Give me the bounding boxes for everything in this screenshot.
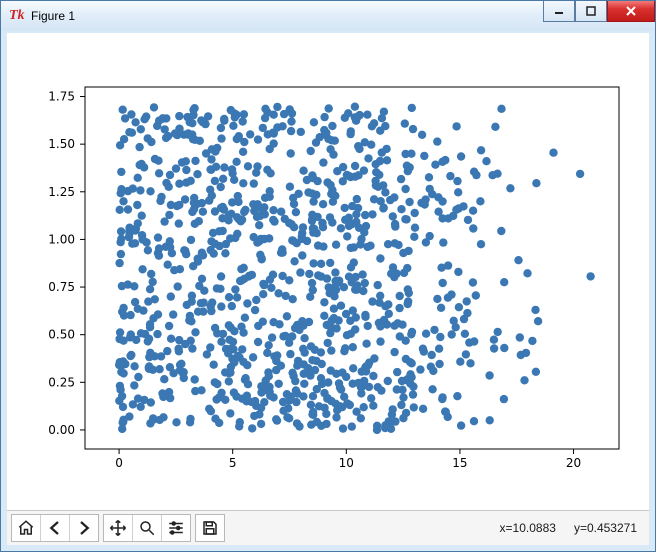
back-button[interactable] <box>41 515 70 541</box>
arrow-left-icon <box>46 519 64 537</box>
window-buttons <box>543 1 655 21</box>
svg-text:20: 20 <box>566 456 581 470</box>
svg-text:0.00: 0.00 <box>48 423 75 437</box>
svg-text:0.75: 0.75 <box>48 280 75 294</box>
svg-text:5: 5 <box>229 456 237 470</box>
pan-button[interactable] <box>104 515 133 541</box>
figure-window: Tk Figure 1 0 5 10 15 20 0.00 0.25 0.50 0.75 1.00… <box>0 0 656 552</box>
configure-button[interactable] <box>162 515 190 541</box>
scatter-plot: 0 5 10 15 20 0.00 0.25 0.50 0.75 1.00 1.25 1.50 1.75 <box>7 33 647 509</box>
close-button[interactable] <box>607 1 655 22</box>
svg-text:1.50: 1.50 <box>48 137 75 151</box>
coord-y: y=0.453271 <box>574 521 637 535</box>
figure-client: 0 5 10 15 20 0.00 0.25 0.50 0.75 1.00 1.25 1.50 1.75 <box>1 31 655 551</box>
home-icon <box>17 519 35 537</box>
sliders-icon <box>167 519 185 537</box>
toolbar-group-nav <box>11 514 99 542</box>
coord-x: x=10.0883 <box>500 521 556 535</box>
zoom-button[interactable] <box>133 515 162 541</box>
svg-text:10: 10 <box>339 456 354 470</box>
svg-text:1.75: 1.75 <box>48 90 75 104</box>
cursor-coords: x=10.0883 y=0.453271 <box>500 521 637 535</box>
svg-text:1.25: 1.25 <box>48 185 75 199</box>
titlebar: Tk Figure 1 <box>1 1 655 32</box>
svg-text:0.25: 0.25 <box>48 375 75 389</box>
scatter-points <box>115 103 595 435</box>
move-icon <box>109 519 127 537</box>
maximize-button[interactable] <box>575 1 607 22</box>
save-icon <box>201 519 219 537</box>
svg-text:1.00: 1.00 <box>48 232 75 246</box>
minimize-button[interactable] <box>543 1 575 22</box>
save-button[interactable] <box>196 515 224 541</box>
home-button[interactable] <box>12 515 41 541</box>
window-title: Figure 1 <box>31 9 75 23</box>
tk-icon: Tk <box>9 8 25 24</box>
magnify-icon <box>138 519 156 537</box>
toolbar-group-save <box>195 514 225 542</box>
svg-text:0: 0 <box>115 456 123 470</box>
plot-area[interactable]: 0 5 10 15 20 0.00 0.25 0.50 0.75 1.00 1.25 1.50 1.75 <box>7 33 649 511</box>
toolbar-group-view <box>103 514 191 542</box>
arrow-right-icon <box>75 519 93 537</box>
forward-button[interactable] <box>70 515 98 541</box>
toolbar: x=10.0883 y=0.453271 <box>7 510 649 545</box>
svg-text:15: 15 <box>452 456 467 470</box>
svg-text:0.50: 0.50 <box>48 328 75 342</box>
